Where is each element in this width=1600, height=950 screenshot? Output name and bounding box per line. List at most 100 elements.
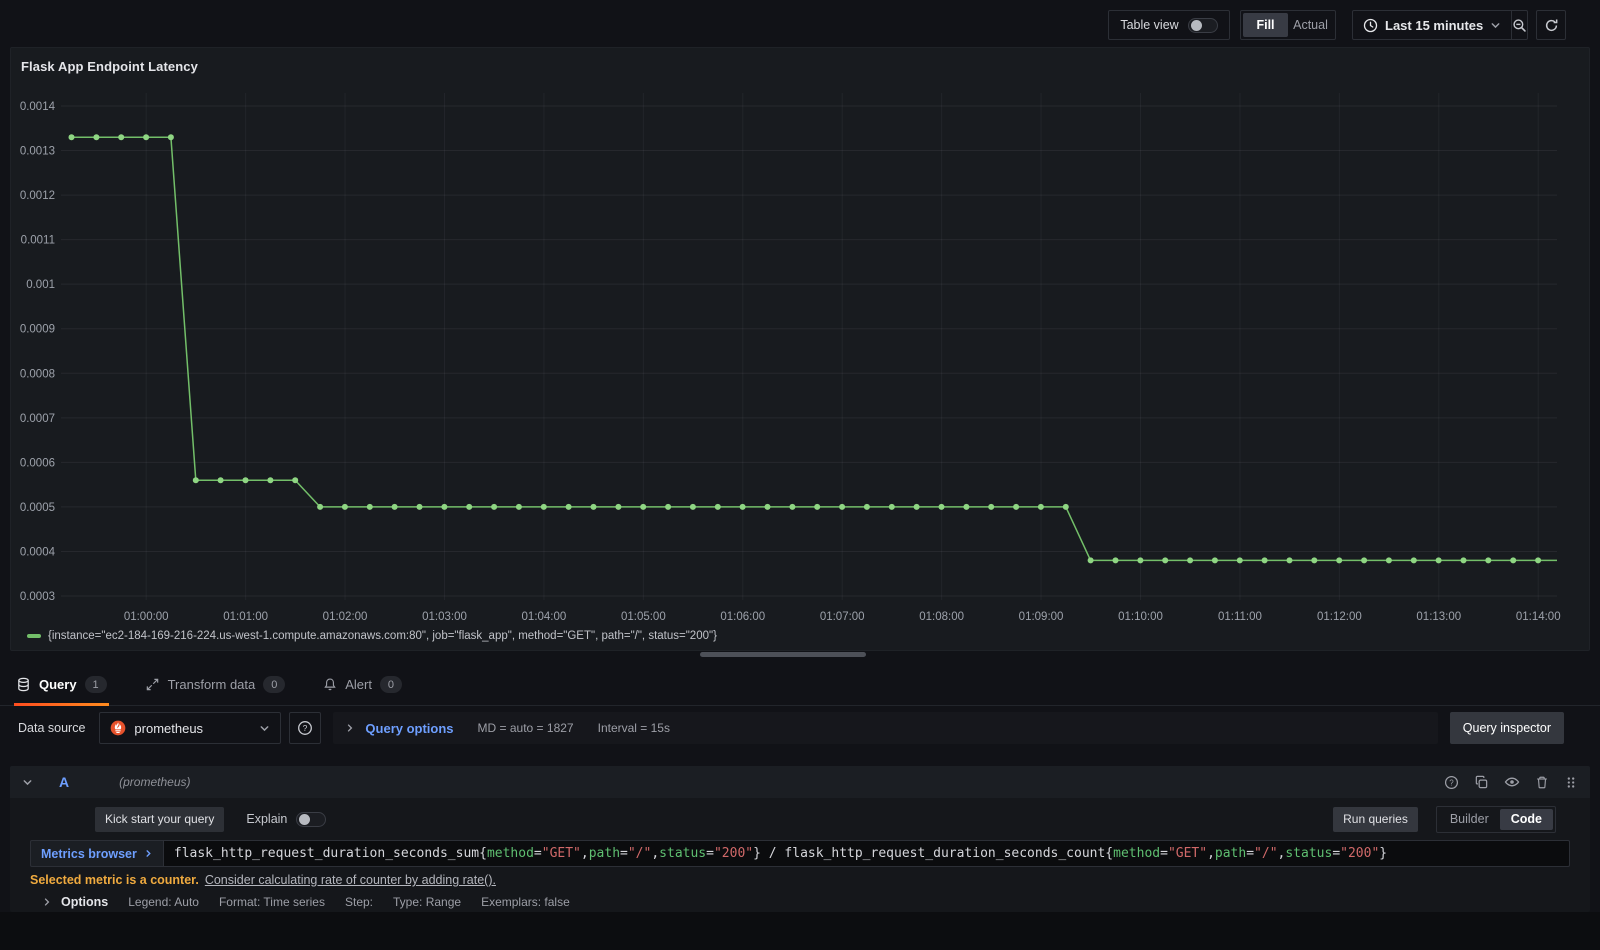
svg-text:01:06:00: 01:06:00: [720, 611, 765, 623]
svg-text:0.0012: 0.0012: [20, 190, 55, 202]
svg-text:0.001: 0.001: [26, 279, 55, 291]
svg-text:01:02:00: 01:02:00: [323, 611, 368, 623]
chevron-right-icon: [146, 850, 151, 857]
options-exemplars: Exemplars: false: [481, 895, 570, 909]
svg-text:0.0006: 0.0006: [20, 457, 55, 469]
svg-text:01:08:00: 01:08:00: [919, 611, 964, 623]
datasource-help-button[interactable]: ?: [289, 712, 322, 744]
svg-text:01:13:00: 01:13:00: [1416, 611, 1461, 623]
toggle-visibility-icon[interactable]: [1504, 774, 1520, 790]
time-range-picker: Last 15 minutes: [1352, 10, 1528, 40]
legend-series-swatch: [27, 634, 41, 638]
latency-chart[interactable]: 0.0014 0.0013 0.0012 0.0011 0.001 0.0009 0.000…: [11, 48, 1589, 628]
tab-alert[interactable]: Alert 0: [321, 664, 404, 706]
tab-query-badge: 1: [84, 676, 107, 693]
metrics-browser-label: Metrics browser: [41, 846, 137, 861]
query-datasource-hint: (prometheus): [119, 775, 191, 789]
options-label[interactable]: Options: [61, 895, 108, 909]
svg-text:01:05:00: 01:05:00: [621, 611, 666, 623]
svg-text:01:10:00: 01:10:00: [1118, 611, 1163, 623]
transform-icon: [145, 677, 160, 692]
query-options-collapsed-row: Options Legend: Auto Format: Time series…: [30, 895, 1570, 909]
tab-transform-data[interactable]: Transform data 0: [143, 664, 288, 706]
query-row-header: A (prometheus) ?: [10, 766, 1590, 798]
tab-alert-label: Alert: [345, 677, 372, 692]
chevron-down-icon: [259, 723, 270, 734]
table-view-label: Table view: [1120, 18, 1179, 32]
zoom-out-time-button[interactable]: [1511, 11, 1527, 39]
options-format: Format: Time series: [218, 895, 325, 909]
run-queries-button[interactable]: Run queries: [1333, 806, 1418, 832]
chart-panel: Flask App Endpoint Latency 0.0014 0.0013 0…: [10, 47, 1590, 651]
svg-text:0.0003: 0.0003: [20, 591, 55, 603]
metrics-browser-button[interactable]: Metrics browser: [30, 840, 163, 867]
editor-tabbar: Query 1 Transform data 0 Alert 0: [0, 664, 1600, 706]
interval-value: Interval = 15s: [597, 721, 670, 735]
query-options-button[interactable]: Query options: [365, 721, 453, 736]
svg-text:0.0008: 0.0008: [20, 368, 55, 380]
chevron-right-icon: [345, 723, 355, 733]
warning-hint-link[interactable]: Consider calculating rate of counter by …: [205, 873, 496, 887]
svg-text:0.0009: 0.0009: [20, 324, 55, 336]
query-row-actions: ?: [1444, 774, 1578, 790]
query-field-row: Metrics browser flask_http_request_durat…: [30, 840, 1570, 867]
drag-handle-icon[interactable]: [1564, 775, 1578, 790]
svg-text:01:11:00: 01:11:00: [1218, 611, 1262, 623]
warning-message: Selected metric is a counter.: [30, 873, 199, 887]
svg-text:01:01:00: 01:01:00: [223, 611, 268, 623]
svg-text:0.0013: 0.0013: [20, 146, 55, 158]
code-option[interactable]: Code: [1499, 808, 1553, 830]
chevron-right-icon[interactable]: [42, 897, 52, 907]
fill-option[interactable]: Fill: [1243, 13, 1288, 37]
top-toolbar: Table view Fill Actual Last 15 minutes: [0, 0, 1600, 47]
query-toolbar-row: Kick start your query Explain Run querie…: [30, 805, 1570, 833]
svg-text:0.0007: 0.0007: [20, 413, 55, 425]
table-view-toggle[interactable]: [1187, 17, 1218, 33]
tab-alert-badge: 0: [379, 676, 402, 693]
svg-text:0.0005: 0.0005: [20, 502, 55, 514]
datasource-picker[interactable]: prometheus: [99, 712, 282, 744]
fill-actual-switch: Fill Actual: [1240, 10, 1336, 40]
options-step: Step:: [344, 895, 374, 909]
kick-start-query-button[interactable]: Kick start your query: [95, 806, 225, 832]
svg-text:01:00:00: 01:00:00: [124, 611, 169, 623]
svg-text:?: ?: [1449, 778, 1454, 787]
duplicate-query-icon[interactable]: [1474, 775, 1489, 790]
builder-option[interactable]: Builder: [1439, 809, 1500, 830]
svg-text:0.0011: 0.0011: [21, 235, 55, 247]
svg-text:01:04:00: 01:04:00: [522, 611, 567, 623]
explain-toggle[interactable]: [296, 811, 327, 827]
refresh-button[interactable]: [1536, 10, 1566, 40]
tab-query[interactable]: Query 1: [14, 664, 109, 706]
tab-transform-badge: 0: [263, 676, 286, 693]
prometheus-icon: [110, 720, 126, 736]
datasource-label: Data source: [18, 721, 86, 735]
chart-legend[interactable]: {instance="ec2-184-169-216-224.us-west-1…: [27, 630, 717, 642]
refresh-icon: [1545, 19, 1557, 31]
database-icon: [16, 677, 31, 692]
query-expression[interactable]: flask_http_request_duration_seconds_sum{…: [162, 840, 1570, 867]
tab-transform-label: Transform data: [167, 677, 256, 692]
zoom-out-icon: [1513, 18, 1527, 32]
query-ref-id[interactable]: A: [59, 774, 69, 790]
collapse-chevron-icon[interactable]: [22, 777, 33, 788]
actual-option[interactable]: Actual: [1288, 13, 1333, 37]
help-circle-icon: ?: [298, 721, 313, 735]
svg-text:0.0004: 0.0004: [20, 546, 56, 558]
max-data-points-value: MD = auto = 1827: [477, 721, 574, 735]
time-range-button[interactable]: Last 15 minutes: [1353, 11, 1511, 39]
tab-query-label: Query: [39, 677, 77, 692]
table-view-control: Table view: [1108, 10, 1230, 40]
grafana-panel-editor: Table view Fill Actual Last 15 minutes F…: [0, 0, 1600, 950]
query-inspector-button[interactable]: Query inspector: [1449, 712, 1564, 744]
svg-text:01:12:00: 01:12:00: [1317, 611, 1362, 623]
options-type: Type: Range: [393, 895, 462, 909]
query-help-icon[interactable]: ?: [1444, 775, 1459, 790]
svg-text:?: ?: [303, 723, 308, 733]
query-editor-body: Kick start your query Explain Run querie…: [10, 798, 1590, 912]
delete-query-icon[interactable]: [1535, 775, 1549, 790]
query-toolbar-right: Run queries Builder Code: [1333, 805, 1570, 833]
options-legend: Legend: Auto: [128, 895, 199, 909]
explain-label: Explain: [246, 812, 288, 826]
horizontal-scrollbar-thumb[interactable]: [700, 652, 866, 657]
